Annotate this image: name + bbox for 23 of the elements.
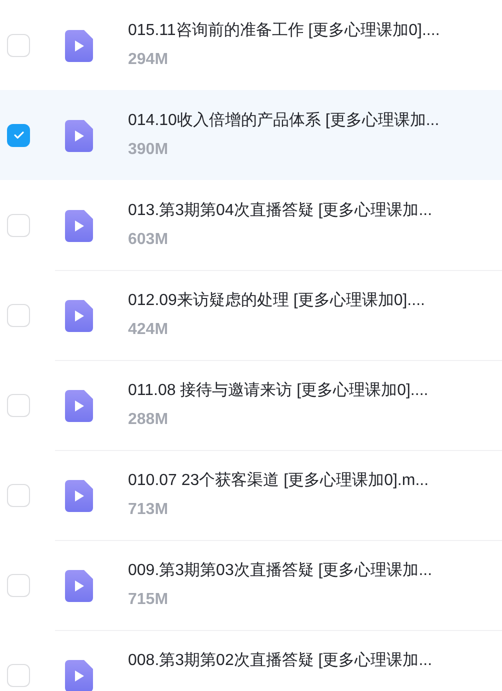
file-name: 013.第3期第04次直播答疑 [更多心理课加... — [128, 201, 432, 221]
file-size: 424M — [128, 320, 170, 340]
file-name: 015.11咨询前的准备工作 [更多心理课加0].... — [128, 21, 440, 41]
file-size: 715M — [128, 590, 170, 610]
file-size: 603M — [128, 230, 170, 250]
file-name: 008.第3期第02次直播答疑 [更多心理课加... — [128, 651, 432, 671]
video-file-icon — [65, 480, 93, 512]
video-file-icon — [65, 390, 93, 422]
file-name: 014.10收入倍增的产品体系 [更多心理课加... — [128, 111, 440, 131]
file-name: 010.07 23个获客渠道 [更多心理课加0].m... — [128, 471, 429, 491]
checkbox[interactable] — [7, 124, 30, 146]
video-file-icon — [65, 30, 93, 62]
file-size: 390M — [128, 140, 170, 160]
file-name: 012.09来访疑虑的处理 [更多心理课加0].... — [128, 291, 425, 311]
file-name: 009.第3期第03次直播答疑 [更多心理课加... — [128, 561, 432, 581]
video-file-icon — [65, 210, 93, 242]
file-size: 288M — [128, 410, 170, 430]
file-name: 011.08 接待与邀请来访 [更多心理课加0].... — [128, 381, 428, 401]
video-file-icon — [65, 120, 93, 152]
file-size: 294M — [128, 50, 170, 70]
file-size: 713M — [128, 500, 170, 520]
video-file-icon — [65, 300, 93, 332]
video-file-icon — [65, 570, 93, 602]
